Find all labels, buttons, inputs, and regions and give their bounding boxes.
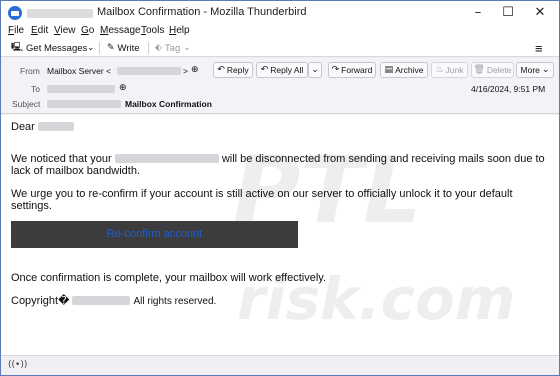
to-label: To <box>31 84 40 94</box>
write-button[interactable]: ✎ Write <box>107 41 140 55</box>
close-button[interactable]: ✕ <box>525 3 555 23</box>
inbox-download-icon: 🖳 <box>11 43 24 53</box>
archive-button[interactable]: ▤ Archive <box>380 62 428 78</box>
title-bar: Mailbox Confirmation - Mozilla Thunderbi… <box>1 1 559 25</box>
junk-button[interactable]: ♨ Junk <box>431 62 468 78</box>
toolbar-divider <box>99 42 100 54</box>
menu-go[interactable]: Go <box>81 25 94 36</box>
pencil-icon: ✎ <box>107 43 115 53</box>
menu-view[interactable]: View <box>54 25 76 36</box>
main-toolbar: 🖳 Get Messages ⌄ ✎ Write ⬖ Tag ⌄ ≡ <box>1 39 559 57</box>
forward-arrow-icon: ↷ <box>331 65 340 75</box>
tag-icon: ⬖ <box>155 43 162 53</box>
trash-icon: 🗑 <box>473 65 485 75</box>
reply-button[interactable]: ↶ Reply <box>213 62 253 78</box>
chevron-down-icon: ⌄ <box>541 65 550 75</box>
reply-all-icon: ↶ <box>260 65 269 75</box>
forward-button[interactable]: ↷ Forward <box>328 62 376 78</box>
chevron-down-icon: ⌄ <box>311 65 319 75</box>
window-title: Mailbox Confirmation - Mozilla Thunderbi… <box>97 6 307 18</box>
chevron-down-icon: ⌄ <box>183 43 191 53</box>
app-menu-button[interactable]: ≡ <box>535 41 543 56</box>
contact-add-icon[interactable]: ⊕ <box>119 83 127 93</box>
menu-help[interactable]: Help <box>169 25 190 36</box>
menu-bar: File Edit View Go Message Tools Help <box>1 25 559 39</box>
from-close-bracket: > <box>183 66 188 76</box>
message-body: PTL risk.com Dear We noticed that your w… <box>1 115 559 355</box>
contact-add-icon[interactable]: ⊕ <box>191 65 199 75</box>
reconfirm-account-button[interactable]: Re-confirm account <box>11 221 298 248</box>
delete-button[interactable]: 🗑 Delete <box>471 62 514 78</box>
status-bar: ((•)) <box>1 355 559 375</box>
from-label: From <box>20 66 40 76</box>
archive-box-icon: ▤ <box>384 65 394 75</box>
redacted-recipient-name <box>37 122 74 131</box>
reply-all-button[interactable]: ↶ Reply All <box>256 62 308 78</box>
reply-all-dropdown[interactable]: ⌄ <box>308 62 322 78</box>
flame-icon: ♨ <box>435 65 444 75</box>
minimize-button[interactable]: – <box>463 3 493 23</box>
menu-tools[interactable]: Tools <box>141 25 164 36</box>
disconnect-paragraph: We noticed that your will be disconnecte… <box>11 153 545 177</box>
thunderbird-logo-icon <box>8 6 22 20</box>
reply-arrow-icon: ↶ <box>217 65 225 75</box>
menu-message[interactable]: Message <box>100 25 141 36</box>
menu-edit[interactable]: Edit <box>31 25 48 36</box>
copyright-line: Copyright� All rights reserved. <box>11 295 217 307</box>
message-date: 4/16/2024, 9:51 PM <box>471 84 546 94</box>
thunderbird-window: Mailbox Confirmation - Mozilla Thunderbi… <box>0 0 560 376</box>
redacted-company-name <box>72 296 131 305</box>
maximize-button[interactable]: ☐ <box>493 3 523 23</box>
reconfirm-paragraph: We urge you to re-confirm if your accoun… <box>11 188 513 212</box>
tag-button[interactable]: ⬖ Tag ⌄ <box>155 41 191 55</box>
chevron-down-icon: ⌄ <box>87 43 95 53</box>
redacted-to-address <box>47 85 115 93</box>
redacted-subject-prefix <box>47 100 121 108</box>
redacted-title-prefix <box>27 9 93 18</box>
redacted-email-address <box>114 154 219 163</box>
menu-file[interactable]: File <box>8 25 24 36</box>
redacted-from-address <box>117 67 181 75</box>
confirmation-paragraph: Once confirmation is complete, your mail… <box>11 272 327 284</box>
from-name[interactable]: Mailbox Server < <box>47 66 111 76</box>
subject-text: Mailbox Confirmation <box>125 99 212 109</box>
greeting-line: Dear <box>11 121 551 133</box>
toolbar-divider <box>148 42 149 54</box>
subject-label: Subject <box>12 99 41 109</box>
more-button[interactable]: More ⌄ <box>516 62 554 78</box>
get-messages-dropdown[interactable]: ⌄ <box>87 41 95 55</box>
get-messages-button[interactable]: 🖳 Get Messages <box>11 41 87 55</box>
online-status-icon[interactable]: ((•)) <box>8 360 27 370</box>
